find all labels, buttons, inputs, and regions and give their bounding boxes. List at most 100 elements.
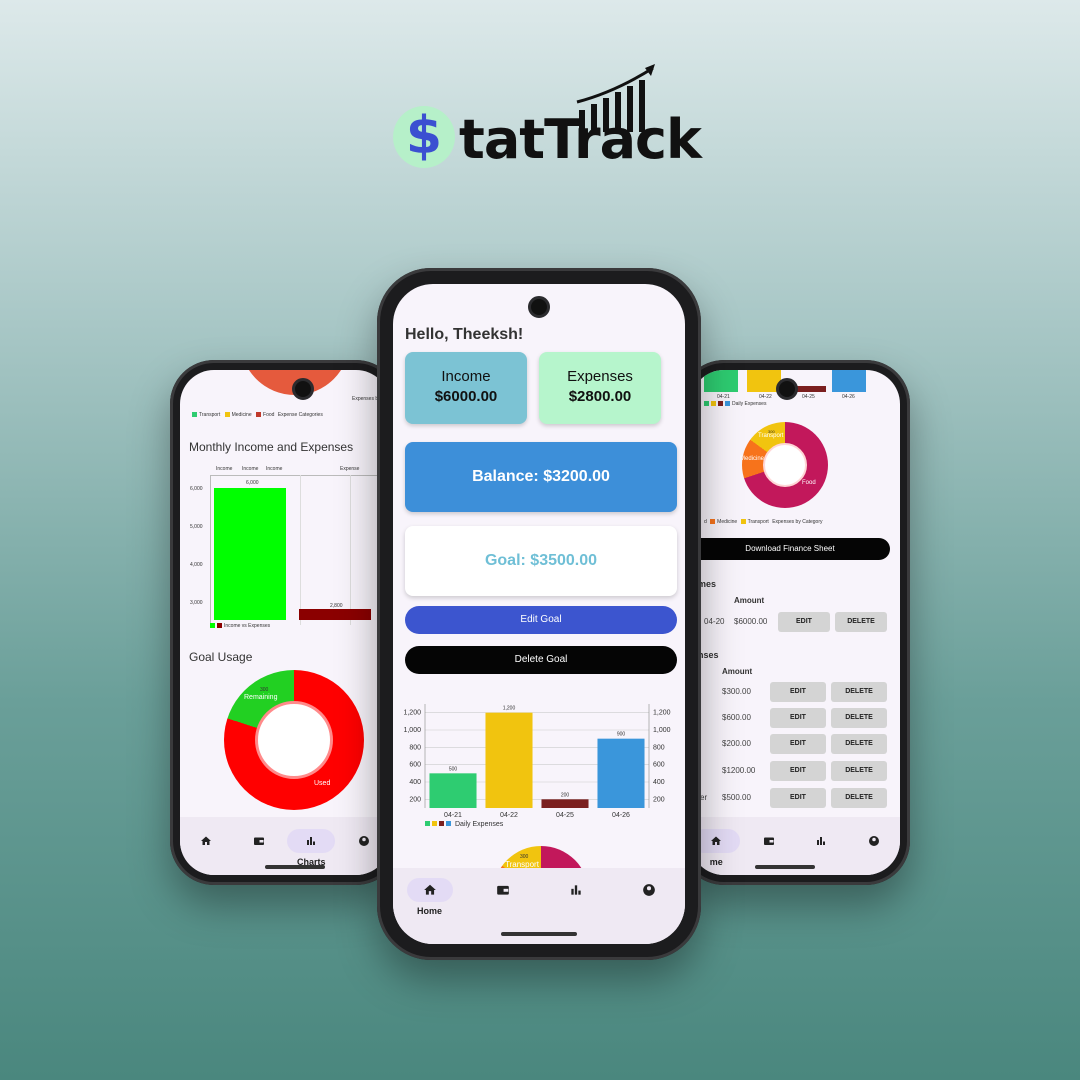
nav-charts[interactable]: Charts xyxy=(285,829,338,867)
bar-04-21 xyxy=(429,773,477,808)
expense-amount: $200.00 xyxy=(722,739,751,748)
nav-profile[interactable] xyxy=(848,829,901,853)
charts-screen: Expenses by Transport Medicine Food Expe… xyxy=(180,370,390,875)
x-tick: 04-25 xyxy=(556,812,574,819)
y-tick-left: 600 xyxy=(409,762,421,769)
edit-expense-button[interactable]: EDIT xyxy=(770,682,826,702)
nav-home[interactable]: Home xyxy=(400,878,460,916)
x-tick: 04-22 xyxy=(500,812,518,819)
expense-bar xyxy=(299,609,371,620)
growth-chart-icon xyxy=(576,64,655,132)
nav-wallet[interactable] xyxy=(233,829,286,853)
bar-04-25 xyxy=(541,799,589,808)
category-legend: Transport Medicine Food Expense Categori… xyxy=(192,412,323,418)
x-tick: 04-26 xyxy=(612,812,630,819)
y-tick: 6,000 xyxy=(190,486,203,492)
bar-value-label: 200 xyxy=(561,792,570,798)
expense-amount: $500.00 xyxy=(722,793,751,802)
bar-chart-icon xyxy=(570,885,581,895)
legend-swatch xyxy=(439,821,444,826)
income-amount: $6000.00 xyxy=(734,617,768,626)
nav-wallet[interactable] xyxy=(473,878,533,902)
nav-home[interactable] xyxy=(180,829,233,853)
expense-amount: $600.00 xyxy=(722,713,751,722)
nav-profile[interactable] xyxy=(619,878,679,902)
bar-top-label: Expense xyxy=(340,466,360,472)
y-tick-left: 1,200 xyxy=(403,710,421,717)
edit-expense-button[interactable]: EDIT xyxy=(770,788,826,808)
goal-usage-donut: Remaining 300 Used xyxy=(224,670,364,810)
y-tick-right: 800 xyxy=(653,744,665,751)
amount-header: Amount xyxy=(722,667,753,676)
delete-expense-button[interactable]: DELETE xyxy=(831,788,887,808)
food-label: Food xyxy=(802,480,816,486)
edit-income-button[interactable]: EDIT xyxy=(778,612,830,632)
used-label: Used xyxy=(314,780,331,787)
y-tick: 4,000 xyxy=(190,562,203,568)
delete-expense-button[interactable]: DELETE xyxy=(831,708,887,728)
profile-icon xyxy=(358,836,369,846)
right-phone: 04-21 04-22 04-25 04-26 Daily Expenses T… xyxy=(680,360,910,885)
daily-expenses-chart: 200 200 400 400 600 600 800 800 1,000 1,000 1,200 1… xyxy=(403,704,671,828)
home-icon xyxy=(201,836,212,845)
x-label: 04-26 xyxy=(842,394,855,400)
expenses-card[interactable]: Expenses $2800.00 xyxy=(539,352,661,424)
bar-04-22 xyxy=(485,712,533,808)
transport-value: 300 xyxy=(768,429,775,434)
bar-value-label: 6,000 xyxy=(246,480,259,486)
delete-income-button[interactable]: DELETE xyxy=(835,612,887,632)
profile-icon xyxy=(642,884,655,896)
bar-chart-icon xyxy=(817,837,826,845)
expenses-label: Expenses xyxy=(567,368,633,385)
wallet-icon xyxy=(763,837,774,845)
edit-expense-button[interactable]: EDIT xyxy=(770,708,826,728)
left-phone: Expenses by Transport Medicine Food Expe… xyxy=(170,360,400,885)
app-logo: $ tatTrack xyxy=(393,62,702,172)
delete-goal-button[interactable]: Delete Goal xyxy=(405,646,677,674)
y-tick: 5,000 xyxy=(190,524,203,530)
nav-charts[interactable] xyxy=(546,878,606,902)
income-value: $6000.00 xyxy=(434,388,498,405)
transport-value: 300 xyxy=(520,854,529,860)
x-label: 04-22 xyxy=(759,394,772,400)
delete-expense-button[interactable]: DELETE xyxy=(831,682,887,702)
gesture-bar xyxy=(755,865,815,869)
gesture-bar xyxy=(501,932,577,936)
medicine-label: Medicine xyxy=(740,456,765,462)
expense-amount: $1200.00 xyxy=(722,766,756,775)
expense-prefix: er xyxy=(700,793,708,802)
download-finance-sheet-button[interactable]: Download Finance Sheet xyxy=(690,538,890,560)
goal-card: Goal: $3500.00 xyxy=(405,526,677,596)
bar-chart-icon xyxy=(307,837,316,845)
income-legend: Income vs Expenses xyxy=(210,623,270,629)
delete-expense-button[interactable]: DELETE xyxy=(831,761,887,781)
greeting: Hello, Theeksh! xyxy=(405,326,524,343)
finance-list-screen: 04-21 04-22 04-25 04-26 Daily Expenses T… xyxy=(690,370,900,875)
gesture-bar xyxy=(265,865,325,869)
x-label: 04-21 xyxy=(717,394,730,400)
bar-top-label: Income xyxy=(216,466,233,472)
nav-wallet[interactable] xyxy=(743,829,796,853)
y-tick-right: 1,000 xyxy=(653,727,671,734)
legend-label: Daily Expenses xyxy=(455,821,504,828)
amount-header: Amount xyxy=(734,596,765,605)
bar-value-label: 900 xyxy=(617,732,626,738)
remaining-value: 300 xyxy=(260,687,269,693)
y-tick-left: 200 xyxy=(409,796,421,803)
category-legend: d Medicine Transport Expenses by Categor… xyxy=(704,519,823,525)
income-card[interactable]: Income $6000.00 xyxy=(405,352,527,424)
edit-expense-button[interactable]: EDIT xyxy=(770,734,826,754)
edit-expense-button[interactable]: EDIT xyxy=(770,761,826,781)
edit-goal-button[interactable]: Edit Goal xyxy=(405,606,677,634)
legend-swatch xyxy=(446,821,451,826)
y-tick-right: 200 xyxy=(653,796,665,803)
y-tick-left: 1,000 xyxy=(403,727,421,734)
monthly-chart-title: Monthly Income and Expenses xyxy=(189,440,354,454)
monthly-bar-chart: Income Income Income Expense 6,000 5,000… xyxy=(180,460,390,630)
center-phone: Hello, Theeksh! Income $6000.00 Expenses… xyxy=(377,268,701,960)
delete-expense-button[interactable]: DELETE xyxy=(831,734,887,754)
daily-bar-green xyxy=(704,370,738,392)
daily-legend: Daily Expenses xyxy=(704,401,766,407)
bar-top-label: Income xyxy=(242,466,259,472)
nav-charts[interactable] xyxy=(795,829,848,853)
